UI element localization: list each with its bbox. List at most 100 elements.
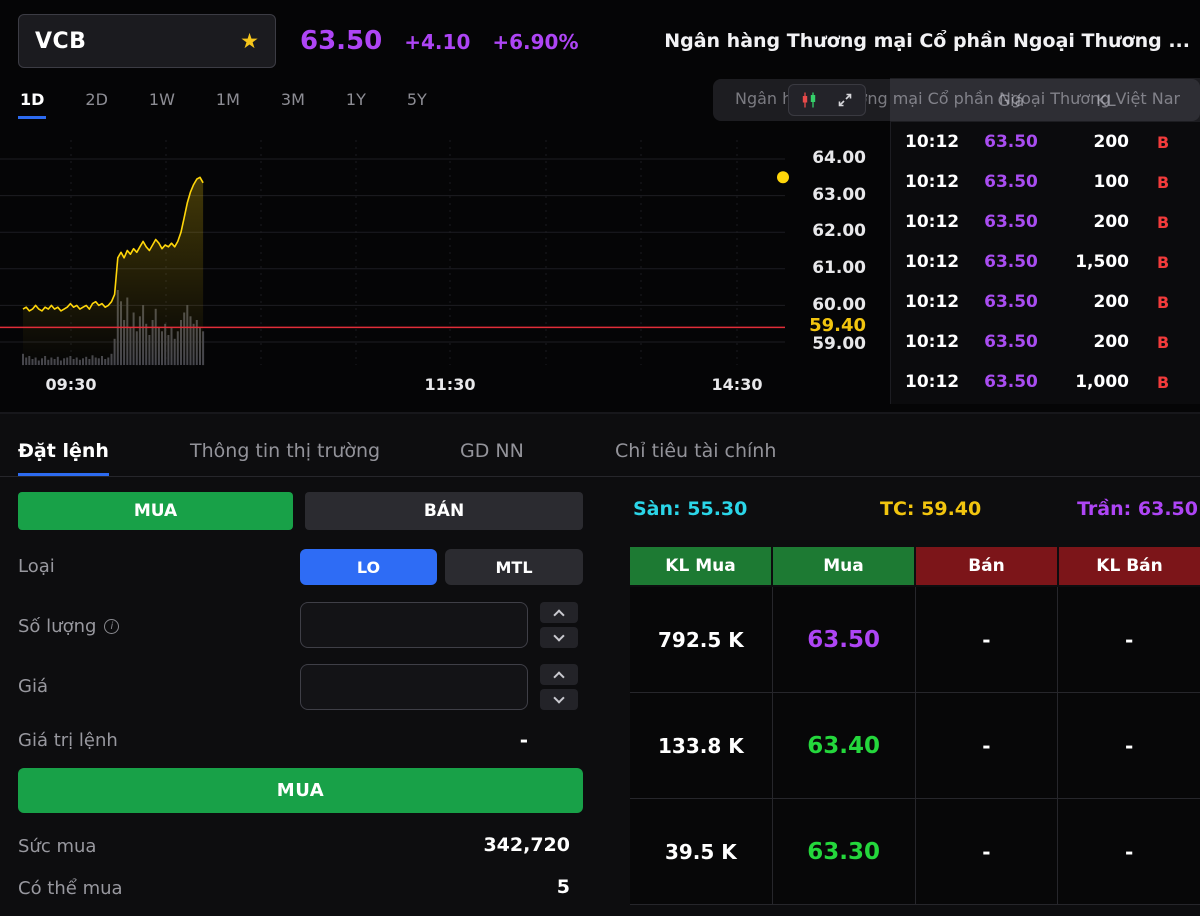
tape-row[interactable]: 10:12 63.50 1,000 B [891,362,1200,402]
chevron-up-icon [553,609,564,620]
trade-time: 10:12 [891,332,961,352]
tape-row[interactable]: 10:12 63.50 1,500 B [891,242,1200,282]
tab-dat-lenh[interactable]: Đặt lệnh [18,440,109,476]
quantity-decrease-button[interactable] [540,627,578,648]
trade-side: B [1151,173,1200,192]
y-axis-tick: 60.00 [790,295,866,315]
range-tab-1d[interactable]: 1D [18,88,46,119]
bid-volume[interactable]: 133.8 K [630,693,772,798]
range-tab-3m[interactable]: 3M [279,88,307,119]
header-ban: Bán [916,547,1057,585]
price-label: Giá [18,676,48,697]
range-tab-5y[interactable]: 5Y [405,88,429,119]
range-tab-1m[interactable]: 1M [214,88,242,119]
price-increase-button[interactable] [540,664,578,685]
trade-side: B [1151,293,1200,312]
reference-price: TC: 59.40 [880,498,981,520]
trade-side: B [1151,213,1200,232]
y-axis-tick: 64.00 [790,148,866,168]
x-axis-tick: 11:30 [418,375,482,394]
quantity-increase-button[interactable] [540,602,578,623]
trade-volume: 200 [1061,212,1151,232]
reference-price-label: 59.40 [790,315,866,336]
tab-chi-tieu-tai-chinh[interactable]: Chỉ tiêu tài chính [615,440,776,473]
floor-price: Sàn: 55.30 [633,498,747,520]
ask-price[interactable]: - [916,799,1058,904]
y-axis-tick: 59.00 [790,334,866,354]
last-price: 63.50 [300,26,382,56]
bid-volume[interactable]: 39.5 K [630,799,772,904]
trade-side: B [1151,373,1200,392]
trade-volume: 1,500 [1061,252,1151,272]
header-mua: Mua [773,547,914,585]
tab-thong-tin-thi-truong[interactable]: Thông tin thị trường [190,440,380,473]
x-axis-tick: 14:30 [705,375,769,394]
buying-power-value: 342,720 [370,834,570,856]
ask-price[interactable]: - [916,587,1058,692]
header-kl-mua: KL Mua [630,547,771,585]
order-type-mtl-button[interactable]: MTL [445,549,583,585]
order-book-header: KL Mua Mua Bán KL Bán [630,547,1200,585]
x-axis-tick: 09:30 [39,375,103,394]
price-decrease-button[interactable] [540,689,578,710]
bid-price[interactable]: 63.50 [773,587,915,692]
bid-price[interactable]: 63.30 [773,799,915,904]
trade-time: 10:12 [891,132,961,152]
bid-volume[interactable]: 792.5 K [630,587,772,692]
trade-price: 63.50 [961,252,1061,272]
order-type-lo-button[interactable]: LO [300,549,437,585]
company-name: Ngân hàng Thương mại Cổ phần Ngoại Thươn… [664,30,1190,52]
price-change-percent: +6.90% [492,30,578,54]
price-input[interactable] [300,664,528,710]
trade-time: 10:12 [891,252,961,272]
order-value-label: Giá trị lệnh [18,730,118,751]
bid-price[interactable]: 63.40 [773,693,915,798]
tape-row[interactable]: 10:12 63.50 200 B [891,322,1200,362]
trade-side: B [1151,333,1200,352]
candlestick-chart-button[interactable] [793,87,825,113]
tape-row[interactable]: 10:12 63.50 200 B [891,122,1200,162]
chart-toolbar [788,84,866,116]
quantity-input[interactable] [300,602,528,648]
trade-price: 63.50 [961,172,1061,192]
bottom-panel: Đặt lệnh Thông tin thị trường GD NN Chỉ … [0,412,1200,916]
candlestick-icon [800,91,818,109]
trade-price: 63.50 [961,332,1061,352]
trade-side: B [1151,253,1200,272]
submit-buy-button[interactable]: MUA [18,768,583,813]
ask-volume[interactable]: - [1058,693,1200,798]
sell-tab-button[interactable]: BÁN [305,492,583,530]
trade-time: 10:12 [891,212,961,232]
price-change: +4.10 [404,30,470,54]
info-icon[interactable]: i [104,619,119,634]
trade-price: 63.50 [961,212,1061,232]
buy-tab-button[interactable]: MUA [18,492,293,530]
star-icon[interactable]: ★ [240,29,259,53]
ask-volume[interactable]: - [1058,587,1200,692]
order-type-label: Loại [18,556,55,577]
expand-chart-button[interactable] [829,87,861,113]
tape-row[interactable]: 10:12 63.50 100 B [891,162,1200,202]
chevron-up-icon [553,671,564,682]
range-tab-2d[interactable]: 2D [83,88,110,119]
ask-volume[interactable]: - [1058,799,1200,904]
order-book: KL Mua Mua Bán KL Bán 792.5 K 63.50 - - … [630,547,1200,905]
trade-time: 10:12 [891,292,961,312]
range-tab-1w[interactable]: 1W [147,88,177,119]
quantity-stepper [540,602,578,648]
ceiling-price: Trần: 63.50 [1077,498,1198,520]
header-kl-ban: KL Bán [1059,547,1200,585]
range-tab-1y[interactable]: 1Y [344,88,368,119]
tape-row[interactable]: 10:12 63.50 200 B [891,282,1200,322]
ask-price[interactable]: - [916,693,1058,798]
y-axis-tick: 61.00 [790,258,866,278]
tab-gd-nn[interactable]: GD NN [460,440,524,473]
price-stepper [540,664,578,710]
max-buy-value: 5 [370,876,570,898]
ticker-symbol: VCB [35,29,86,54]
ticker-selector[interactable]: VCB ★ [18,14,276,68]
order-value: - [440,728,528,752]
quantity-label: Số lượng i [18,616,119,637]
intraday-price-chart[interactable] [0,128,790,378]
tape-row[interactable]: 10:12 63.50 200 B [891,202,1200,242]
